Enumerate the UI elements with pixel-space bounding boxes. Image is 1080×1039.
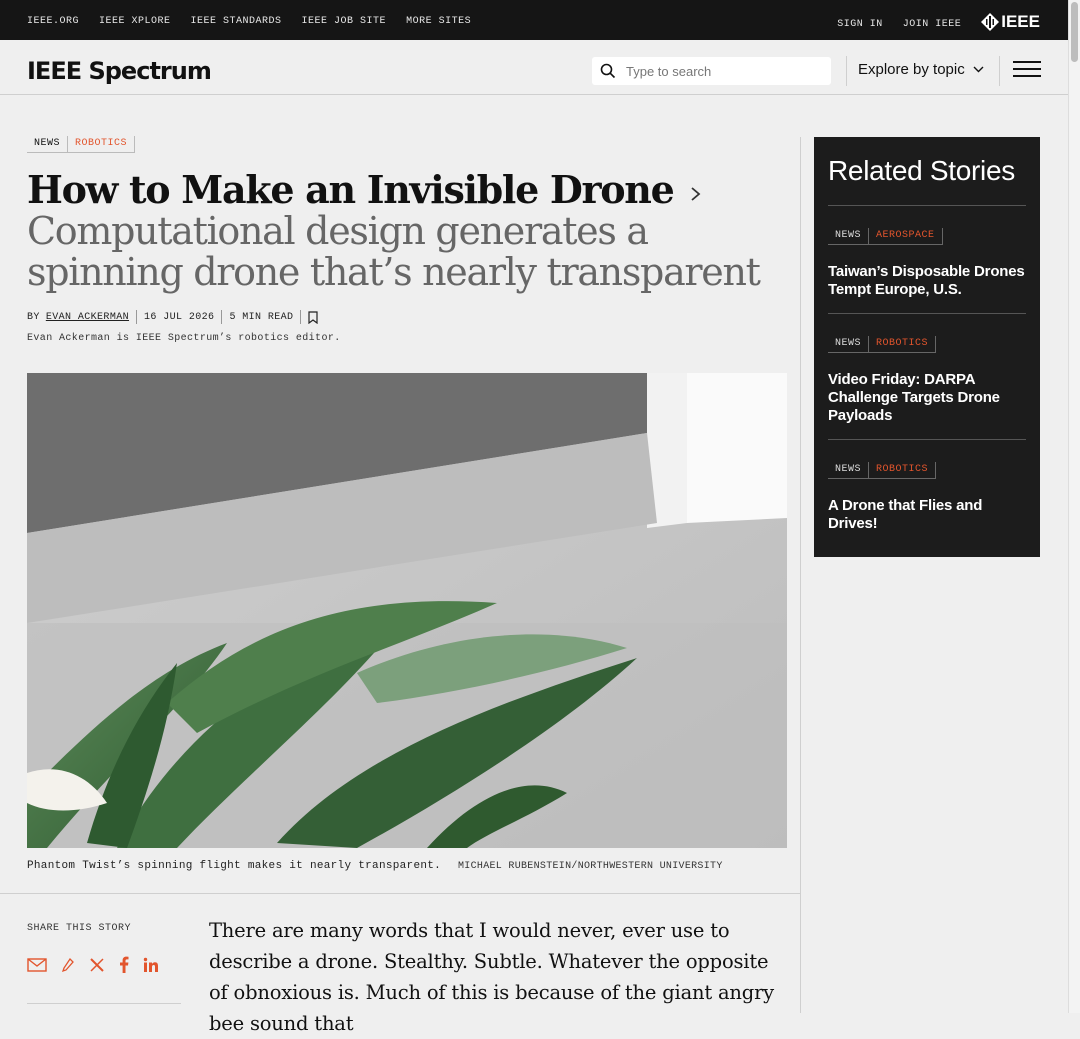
scrollbar-thumb[interactable] <box>1071 2 1078 62</box>
site-header: IEEE Spectrum Explore by topic <box>0 40 1068 95</box>
header-divider <box>846 56 847 86</box>
link-ieee-org[interactable]: IEEE.ORG <box>27 16 79 27</box>
related-stories-heading: Related Stories <box>828 155 1015 186</box>
explore-label: Explore by topic <box>858 61 965 78</box>
related-story[interactable]: NEWS ROBOTICS Video Friday: DARPA Challe… <box>828 336 1026 440</box>
hamburger-menu-icon[interactable] <box>1013 61 1041 79</box>
by-label: BY <box>27 311 40 323</box>
x-twitter-icon[interactable] <box>89 957 105 973</box>
story-divider <box>828 439 1026 440</box>
related-story[interactable]: NEWS AEROSPACE Taiwan’s Disposable Drone… <box>828 228 1026 314</box>
story-tag-category[interactable]: ROBOTICS <box>869 462 937 479</box>
author-bio: Evan Ackerman is IEEE Spectrum’s robotic… <box>27 333 341 344</box>
column-divider <box>800 137 801 1013</box>
article-body-paragraph: There are many words that I would never,… <box>209 919 775 1035</box>
article-subtitle: Computational design generates a spinnin… <box>27 209 761 294</box>
tag-news[interactable]: NEWS <box>27 136 69 153</box>
caption-text: Phantom Twist’s spinning flight makes it… <box>27 860 442 872</box>
chevron-right-icon[interactable] <box>689 184 703 204</box>
share-divider <box>27 1003 181 1004</box>
article: NEWS ROBOTICS How to Make an Invisible D… <box>27 136 787 872</box>
search-box[interactable] <box>592 57 831 85</box>
explore-topic-dropdown[interactable]: Explore by topic <box>858 61 984 78</box>
image-caption: Phantom Twist’s spinning flight makes it… <box>27 860 723 872</box>
facebook-icon[interactable] <box>119 956 129 973</box>
story-tag-category[interactable]: ROBOTICS <box>869 336 937 353</box>
image-credit: MICHAEL RUBENSTEIN/NORTHWESTERN UNIVERSI… <box>457 861 723 872</box>
story-title[interactable]: A Drone that Flies and Drives! <box>828 497 1026 533</box>
byline-separator <box>136 310 138 324</box>
story-tag-news[interactable]: NEWS <box>828 336 870 353</box>
share-icons <box>27 956 159 973</box>
top-bar: IEEE.ORG IEEE XPLORE IEEE STANDARDS IEEE… <box>0 0 1080 40</box>
story-tag-news[interactable]: NEWS <box>828 228 870 245</box>
article-hero-image <box>27 373 787 848</box>
link-ieee-standards[interactable]: IEEE STANDARDS <box>191 16 282 27</box>
byline-separator <box>221 310 223 324</box>
related-divider <box>828 205 1026 206</box>
ieee-logo-text: IEEE <box>1001 12 1040 31</box>
search-input[interactable] <box>626 63 816 79</box>
link-icon[interactable] <box>61 957 75 973</box>
ieee-diamond-icon <box>981 13 1000 31</box>
spectrum-logo[interactable]: IEEE Spectrum <box>27 57 212 85</box>
ieee-logo[interactable]: IEEE <box>981 12 1040 32</box>
story-title[interactable]: Video Friday: DARPA Challenge Targets Dr… <box>828 371 1026 425</box>
header-divider <box>999 56 1000 86</box>
share-panel: SHARE THIS STORY <box>27 923 181 1004</box>
byline: BY EVAN ACKERMAN 16 JUL 2026 5 MIN READ <box>27 310 319 324</box>
link-more-sites[interactable]: MORE SITES <box>406 16 471 27</box>
read-time: 5 MIN READ <box>229 311 294 323</box>
article-title: How to Make an Invisible Drone <box>27 166 703 214</box>
join-ieee-link[interactable]: JOIN IEEE <box>903 19 962 30</box>
section-divider <box>0 893 800 894</box>
story-title[interactable]: Taiwan’s Disposable Drones Tempt Europe,… <box>828 263 1026 299</box>
story-tag-news[interactable]: NEWS <box>828 462 870 479</box>
share-label: SHARE THIS STORY <box>27 923 132 934</box>
story-tags: NEWS ROBOTICS <box>828 462 1026 479</box>
related-story[interactable]: NEWS ROBOTICS A Drone that Flies and Dri… <box>828 462 1026 533</box>
email-icon[interactable] <box>27 957 47 972</box>
author-link[interactable]: EVAN ACKERMAN <box>46 312 129 323</box>
story-divider <box>828 313 1026 314</box>
article-title-text: How to Make an Invisible Drone <box>27 167 675 212</box>
page-scrollbar[interactable] <box>1068 0 1080 1013</box>
plant-photo <box>27 373 787 848</box>
related-stories-panel: Related Stories NEWS AEROSPACE Taiwan’s … <box>814 137 1040 557</box>
link-ieee-job-site[interactable]: IEEE JOB SITE <box>302 16 387 27</box>
ieee-sites-nav: IEEE.ORG IEEE XPLORE IEEE STANDARDS IEEE… <box>27 16 471 27</box>
byline-separator <box>300 310 302 324</box>
article-tags: NEWS ROBOTICS <box>27 136 787 153</box>
sign-in-link[interactable]: SIGN IN <box>837 19 883 30</box>
tag-robotics[interactable]: ROBOTICS <box>68 136 136 153</box>
story-tag-category[interactable]: AEROSPACE <box>869 228 943 245</box>
publish-date: 16 JUL 2026 <box>144 311 215 323</box>
search-icon <box>600 63 616 79</box>
bookmark-icon[interactable] <box>308 310 319 324</box>
chevron-down-icon <box>973 66 984 73</box>
linkedin-icon[interactable] <box>143 957 159 973</box>
link-ieee-xplore[interactable]: IEEE XPLORE <box>99 16 171 27</box>
story-tags: NEWS ROBOTICS <box>828 336 1026 353</box>
story-tags: NEWS AEROSPACE <box>828 228 1026 245</box>
